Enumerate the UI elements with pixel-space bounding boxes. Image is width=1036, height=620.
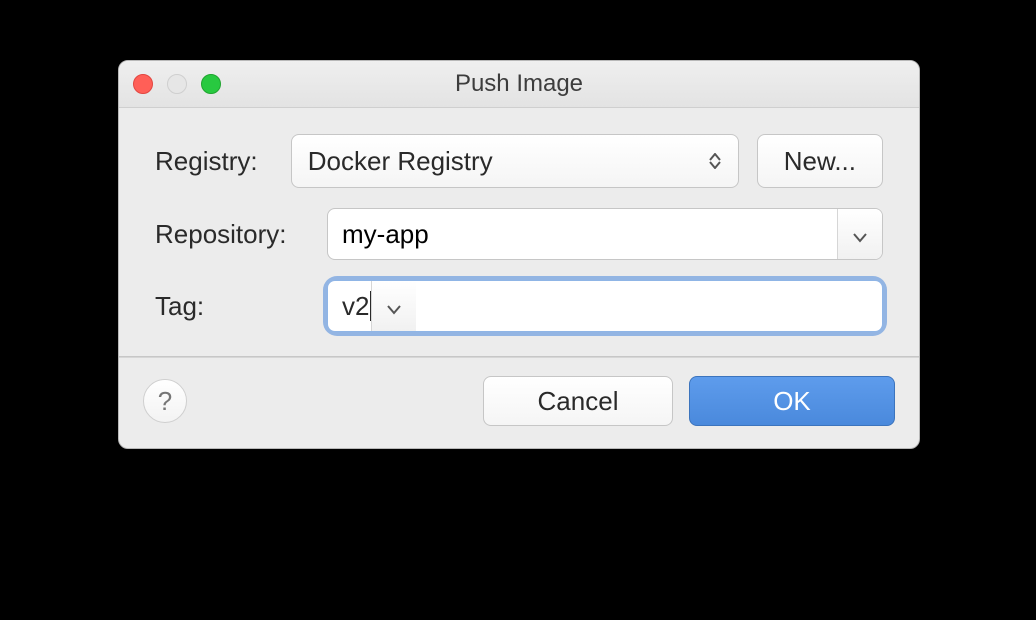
new-registry-button[interactable]: New... [757,134,883,188]
repository-row: Repository: [155,208,883,260]
titlebar: Push Image [119,61,919,108]
registry-select-value: Docker Registry [308,146,706,177]
ok-button[interactable]: OK [689,376,895,426]
repository-input[interactable] [328,209,837,259]
repository-combo[interactable] [327,208,883,260]
tag-row: Tag: v2 [155,280,883,332]
tag-dropdown-button[interactable] [371,281,416,331]
dialog-body: Registry: Docker Registry New... Reposit… [119,108,919,356]
minimize-window-button [167,74,187,94]
chevron-down-icon [387,291,401,322]
registry-label: Registry: [155,146,291,177]
close-window-button[interactable] [133,74,153,94]
push-image-dialog: Push Image Registry: Docker Registry New… [118,60,920,449]
cancel-button[interactable]: Cancel [483,376,673,426]
tag-label: Tag: [155,291,327,322]
tag-input[interactable]: v2 [328,281,371,331]
help-icon: ? [158,386,172,417]
repository-dropdown-button[interactable] [837,209,882,259]
tag-focus-ring: v2 [327,280,883,332]
repository-label: Repository: [155,219,327,250]
cancel-button-label: Cancel [538,386,619,417]
tag-combo[interactable]: v2 [327,280,883,332]
zoom-window-button[interactable] [201,74,221,94]
chevron-down-icon [853,219,867,250]
tag-input-value: v2 [342,291,369,322]
help-button[interactable]: ? [143,379,187,423]
registry-row: Registry: Docker Registry New... [155,134,883,188]
dialog-footer: ? Cancel OK [119,358,919,448]
window-controls [133,61,221,107]
updown-icon [706,153,724,169]
registry-select[interactable]: Docker Registry [291,134,739,188]
window-title: Push Image [455,70,583,97]
new-registry-button-label: New... [784,146,856,177]
ok-button-label: OK [773,386,811,417]
